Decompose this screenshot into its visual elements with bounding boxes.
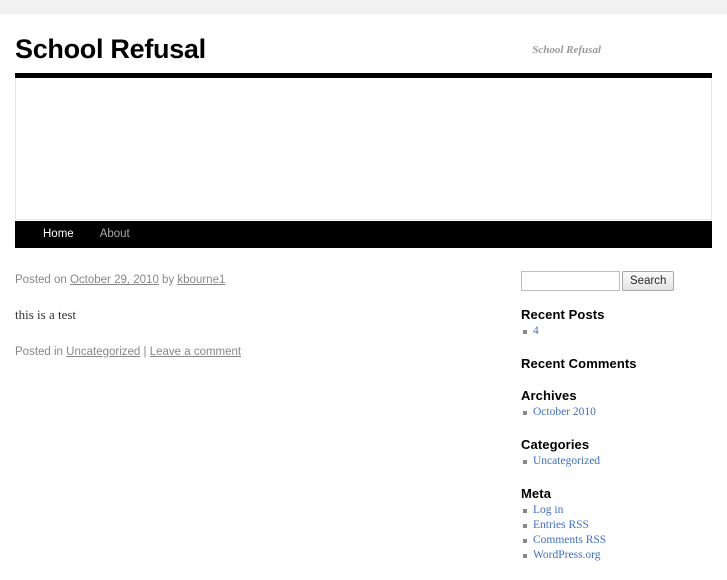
widget-title-categories: Categories xyxy=(521,437,590,452)
recent-post-link[interactable]: 4 xyxy=(533,325,539,337)
site-title-link[interactable]: School Refusal xyxy=(15,34,206,64)
widget-recent-posts: Recent Posts 4 xyxy=(521,307,684,339)
search-input[interactable] xyxy=(521,271,620,291)
widget-title-recent-comments: Recent Comments xyxy=(521,356,637,371)
list-item[interactable]: WordPress.org xyxy=(521,548,684,563)
list-item[interactable]: Entries RSS xyxy=(521,518,684,533)
search-form: Search xyxy=(521,271,684,291)
main-region: Posted on October 29, 2010 by kbourne1 t… xyxy=(15,248,712,580)
meta-link-log-in[interactable]: Log in xyxy=(533,504,563,516)
utility-separator: | xyxy=(140,346,150,358)
widget-categories: Categories Uncategorized xyxy=(521,437,684,469)
nav-item-about[interactable]: About xyxy=(87,221,143,248)
post-date-link[interactable]: October 29, 2010 xyxy=(70,274,159,286)
recent-posts-list: 4 xyxy=(521,324,684,339)
post-category-link[interactable]: Uncategorized xyxy=(66,346,140,358)
post-body-paragraph: this is a test xyxy=(15,307,77,322)
list-item[interactable]: Uncategorized xyxy=(521,454,684,469)
meta-link-entries-rss[interactable]: Entries RSS xyxy=(533,519,589,531)
entry-utility: Posted in Uncategorized | Leave a commen… xyxy=(15,343,493,361)
header-image-region xyxy=(15,73,712,221)
meta-link-comments-rss[interactable]: Comments RSS xyxy=(533,534,606,546)
nav-link-about[interactable]: About xyxy=(87,221,143,248)
categories-list: Uncategorized xyxy=(521,454,684,469)
widget-title-archives: Archives xyxy=(521,388,577,403)
entry-content: this is a test xyxy=(15,305,493,325)
widget-search: Search xyxy=(521,271,684,291)
nav-link-home[interactable]: Home xyxy=(30,221,87,248)
widget-archives: Archives October 2010 xyxy=(521,388,684,420)
posted-in-label: Posted in xyxy=(15,346,67,358)
list-item[interactable]: 4 xyxy=(521,324,684,339)
site-title: School Refusal xyxy=(15,34,206,64)
content-column: Posted on October 29, 2010 by kbourne1 t… xyxy=(15,271,521,580)
meta-list: Log in Entries RSS Comments RSS WordPres… xyxy=(521,503,684,563)
post-article: Posted on October 29, 2010 by kbourne1 t… xyxy=(15,271,493,361)
post-author-link[interactable]: kbourne1 xyxy=(177,274,225,286)
header-image-placeholder xyxy=(15,78,712,220)
list-item[interactable]: October 2010 xyxy=(521,405,684,420)
meta-link-wordpress-org[interactable]: WordPress.org xyxy=(533,549,601,561)
entry-meta: Posted on October 29, 2010 by kbourne1 xyxy=(15,271,493,289)
leave-comment-link[interactable]: Leave a comment xyxy=(150,346,241,358)
nav-item-home[interactable]: Home xyxy=(30,221,87,248)
site-branding: School Refusal School Refusal xyxy=(15,14,712,73)
widget-recent-comments: Recent Comments xyxy=(521,356,684,371)
list-item[interactable]: Comments RSS xyxy=(521,533,684,548)
sidebar-column: Search Recent Posts 4 Recent Comments Ar… xyxy=(521,271,684,580)
nav-list: Home About xyxy=(15,221,712,248)
archive-link-october-2010[interactable]: October 2010 xyxy=(533,406,596,418)
page-wrapper: School Refusal School Refusal Home About… xyxy=(0,14,727,580)
widget-title-meta: Meta xyxy=(521,486,552,501)
posted-on-label: Posted on xyxy=(15,274,70,286)
widget-meta: Meta Log in Entries RSS Comments RSS Wor… xyxy=(521,486,684,563)
by-label: by xyxy=(158,274,178,286)
primary-navigation: Home About xyxy=(15,221,712,248)
site-description: School Refusal xyxy=(532,44,601,56)
category-link-uncategorized[interactable]: Uncategorized xyxy=(533,455,600,467)
admin-bar-strip xyxy=(0,0,727,14)
list-item[interactable]: Log in xyxy=(521,503,684,518)
search-button[interactable]: Search xyxy=(622,271,675,291)
widget-title-recent-posts: Recent Posts xyxy=(521,307,605,322)
archives-list: October 2010 xyxy=(521,405,684,420)
